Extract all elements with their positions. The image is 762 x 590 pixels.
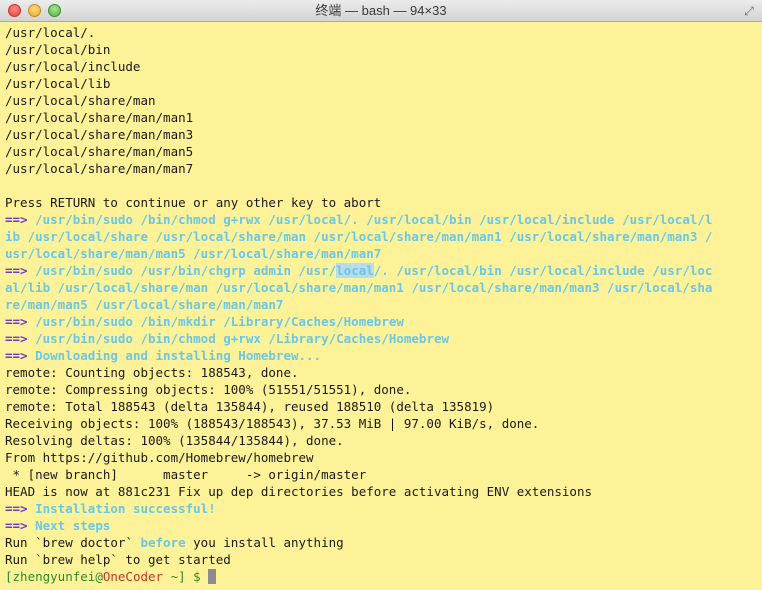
prompt-bracket: [ bbox=[5, 569, 13, 584]
git-output-line: Receiving objects: 100% (188543/188543),… bbox=[5, 416, 540, 431]
output-line: /usr/local/share/man/man7 bbox=[5, 161, 194, 176]
git-output-line: remote: Counting objects: 188543, done. bbox=[5, 365, 299, 380]
arrow-marker: ==> bbox=[5, 314, 28, 329]
command-text: ib /usr/local/share /usr/local/share/man… bbox=[5, 229, 713, 244]
command-text: /. /usr/local/bin /usr/local/include /us… bbox=[373, 263, 713, 278]
chmod-command-wrap: usr/local/share/man/man5 /usr/local/shar… bbox=[5, 245, 757, 262]
git-output-line: remote: Compressing objects: 100% (51551… bbox=[5, 382, 412, 397]
mkdir-command-line: ==> /usr/bin/sudo /bin/mkdir /Library/Ca… bbox=[5, 313, 757, 330]
chgrp-command-wrap: al/lib /usr/local/share/man /usr/local/s… bbox=[5, 279, 757, 296]
press-return-line: Press RETURN to continue or any other ke… bbox=[5, 195, 382, 210]
command-text: /usr/bin/sudo /usr/bin/chgrp admin /usr/ bbox=[35, 263, 337, 278]
success-text: Installation successful! bbox=[35, 501, 216, 516]
command-text: /usr/bin/sudo /bin/chmod g+rwx /usr/loca… bbox=[35, 212, 713, 227]
output-line: /usr/local/share/man bbox=[5, 93, 156, 108]
command-text: al/lib /usr/local/share/man /usr/local/s… bbox=[5, 280, 713, 295]
prompt-host: OneCoder bbox=[102, 569, 164, 584]
output-line: /usr/local/share/man/man1 bbox=[5, 110, 194, 125]
chgrp-command-line: ==> /usr/bin/sudo /usr/bin/chgrp admin /… bbox=[5, 262, 757, 279]
output-line: /usr/local/lib bbox=[5, 76, 111, 91]
output-line: /usr/local/share/man/man5 bbox=[5, 144, 194, 159]
text-cursor bbox=[208, 569, 217, 584]
arrow-marker: ==> bbox=[5, 518, 28, 533]
terminal-output[interactable]: /usr/local/. /usr/local/bin /usr/local/i… bbox=[5, 24, 757, 590]
command-text: Downloading and installing Homebrew... bbox=[35, 348, 322, 363]
arrow-marker: ==> bbox=[5, 348, 28, 363]
fullscreen-arrows-icon[interactable]: ⤢ bbox=[742, 4, 756, 18]
output-line: /usr/local/. bbox=[5, 25, 96, 40]
command-text: usr/local/share/man/man5 /usr/local/shar… bbox=[5, 246, 382, 261]
selected-text[interactable]: local bbox=[336, 263, 374, 278]
next-steps-text: Next steps bbox=[35, 518, 111, 533]
chgrp-command-wrap: re/man/man5 /usr/local/share/man/man7 bbox=[5, 296, 757, 313]
arrow-marker: ==> bbox=[5, 501, 28, 516]
success-line: ==> Installation successful! bbox=[5, 500, 757, 517]
shell-prompt[interactable]: [zhengyunfei@OneCoder ~] $ bbox=[5, 568, 757, 585]
chmod-command-line: ==> /usr/bin/sudo /bin/chmod g+rwx /usr/… bbox=[5, 211, 757, 228]
prompt-at: @ bbox=[95, 569, 103, 584]
doctor-text-post: you install anything bbox=[185, 535, 344, 550]
arrow-marker: ==> bbox=[5, 212, 28, 227]
git-output-line: remote: Total 188543 (delta 135844), reu… bbox=[5, 399, 495, 414]
output-line: /usr/local/include bbox=[5, 59, 141, 74]
doctor-text-pre: Run `brew doctor` bbox=[5, 535, 141, 550]
git-output-line: From https://github.com/Homebrew/homebre… bbox=[5, 450, 314, 465]
chmod-cache-command-line: ==> /usr/bin/sudo /bin/chmod g+rwx /Libr… bbox=[5, 330, 757, 347]
command-text: re/man/man5 /usr/local/share/man/man7 bbox=[5, 297, 284, 312]
prompt-user: zhengyunfei bbox=[12, 569, 96, 584]
window-title: 终端 — bash — 94×33 bbox=[315, 3, 447, 18]
command-text: /usr/bin/sudo /bin/chmod g+rwx /Library/… bbox=[35, 331, 450, 346]
arrow-marker: ==> bbox=[5, 331, 28, 346]
git-output-line: Resolving deltas: 100% (135844/135844), … bbox=[5, 433, 344, 448]
git-output-line: * [new branch] master -> origin/master bbox=[5, 467, 367, 482]
title-bar[interactable]: 终端 — bash — 94×33 ⤢ bbox=[0, 0, 762, 22]
chmod-command-wrap: ib /usr/local/share /usr/local/share/man… bbox=[5, 228, 757, 245]
terminal-window: 终端 — bash — 94×33 ⤢ /usr/local/. /usr/lo… bbox=[0, 0, 762, 590]
doctor-keyword: before bbox=[140, 535, 186, 550]
downloading-line: ==> Downloading and installing Homebrew.… bbox=[5, 347, 757, 364]
git-output-line: HEAD is now at 881c231 Fix up dep direct… bbox=[5, 484, 592, 499]
next-steps-line: ==> Next steps bbox=[5, 517, 757, 534]
command-text: /usr/bin/sudo /bin/mkdir /Library/Caches… bbox=[35, 314, 404, 329]
output-line: /usr/local/bin bbox=[5, 42, 111, 57]
prompt-rest: ~] $ bbox=[163, 569, 209, 584]
brew-help-line: Run `brew help` to get started bbox=[5, 552, 231, 567]
brew-doctor-line: Run `brew doctor` before you install any… bbox=[5, 534, 757, 551]
output-line: /usr/local/share/man/man3 bbox=[5, 127, 194, 142]
arrow-marker: ==> bbox=[5, 263, 28, 278]
